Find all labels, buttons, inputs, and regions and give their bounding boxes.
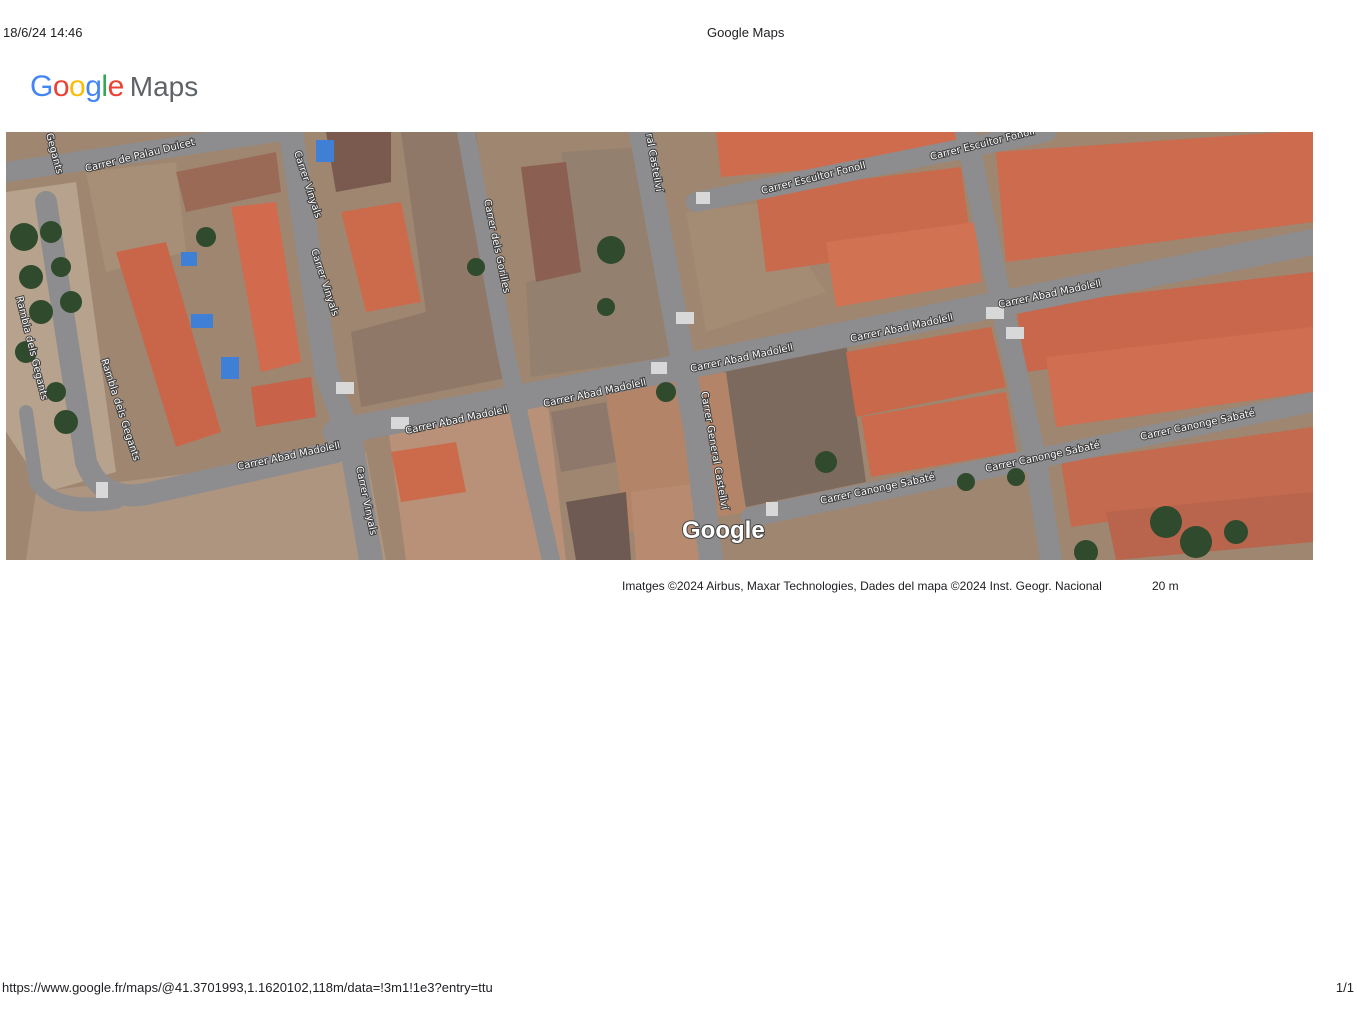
scale-bar[interactable]: 20 m bbox=[1152, 579, 1179, 593]
logo-letter-g2: g bbox=[85, 70, 102, 103]
print-date: 18/6/24 14:46 bbox=[3, 25, 83, 40]
page-number: 1/1 bbox=[1335, 980, 1354, 995]
logo-letter-e: e bbox=[107, 70, 125, 103]
logo-letter-g: G bbox=[30, 70, 53, 103]
print-url: https://www.google.fr/maps/@41.3701993,1… bbox=[2, 980, 493, 995]
google-map-watermark: Google bbox=[682, 517, 765, 544]
google-wordmark: Google bbox=[30, 70, 124, 104]
satellite-map[interactable]: Carrer de Palau Dulcet Carrer Vinyals Ca… bbox=[6, 132, 1313, 560]
logo-letter-o1: o bbox=[52, 70, 70, 103]
maps-wordmark: Maps bbox=[129, 71, 199, 102]
print-title: Google Maps bbox=[707, 25, 785, 40]
logo-letter-o2: o bbox=[69, 70, 86, 103]
map-attribution: Imatges ©2024 Airbus, Maxar Technologies… bbox=[622, 579, 1102, 593]
google-maps-logo[interactable]: Google Maps bbox=[30, 70, 198, 110]
